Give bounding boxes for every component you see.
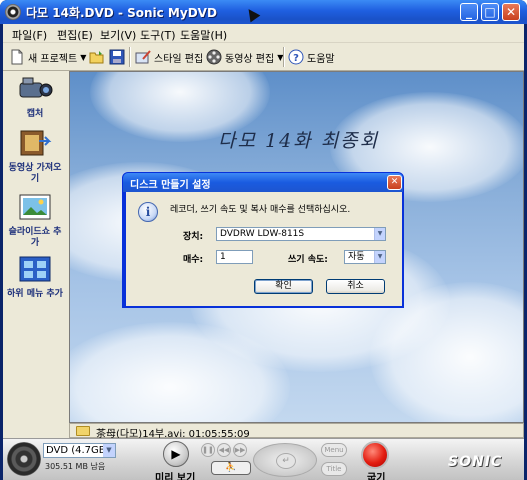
help-button[interactable]: ? 도움말 xyxy=(288,47,335,67)
add-slideshow-button[interactable]: 슬라이드쇼 추가 xyxy=(5,193,65,249)
preview-label: 미리 보기 xyxy=(155,473,196,480)
disc-type-select[interactable]: DVD (4.7GB) ▼ xyxy=(43,443,116,458)
video-edit-button[interactable]: 동영상 편집 ▼ xyxy=(206,47,283,67)
copies-value: 1 xyxy=(220,252,226,262)
close-button[interactable]: ✕ xyxy=(502,3,520,21)
previous-icon[interactable]: ◀◀ xyxy=(217,443,231,457)
new-document-icon xyxy=(11,49,23,65)
new-project-button[interactable]: 새 프로젝트 ▼ xyxy=(9,47,86,67)
file-info-bar: 茶母(다모)14부.avi: 01:05:55:09 xyxy=(69,423,524,440)
dialog-title-bar[interactable]: 디스크 만들기 설정 ✕ xyxy=(123,173,403,192)
chevron-down-icon[interactable]: ▼ xyxy=(374,251,385,263)
menu-help[interactable]: 도움말(H) xyxy=(180,27,227,43)
bottom-control-bar: DVD (4.7GB) ▼ 305.51 MB 남음 ▶ 미리 보기 ❚❚ ◀◀… xyxy=(3,438,524,480)
minimize-button[interactable]: _ xyxy=(460,3,478,21)
device-select[interactable]: DVDRW LDW-811S ▼ xyxy=(216,227,386,241)
window-title: 다모 14화.DVD - Sonic MyDVD xyxy=(26,6,217,20)
disc-space-text: 305.51 MB 남음 xyxy=(45,462,106,471)
submenu-icon xyxy=(19,256,51,282)
chevron-down-icon[interactable]: ▼ xyxy=(374,228,385,240)
disc-settings-dialog: 디스크 만들기 설정 ✕ i 레코더, 쓰기 속도 및 복사 매수를 선택하십시… xyxy=(122,172,404,308)
help-question-icon: ? xyxy=(288,49,304,65)
write-speed-select[interactable]: 자동 ▼ xyxy=(344,250,386,264)
menu-view[interactable]: 보기(V) xyxy=(100,27,136,43)
toolbar-separator xyxy=(129,47,131,67)
add-slideshow-label: 슬라이드쇼 추가 xyxy=(8,227,62,248)
save-disk-icon xyxy=(109,49,125,65)
device-label: 장치: xyxy=(183,232,204,242)
play-icon: ▶ xyxy=(171,447,181,461)
dialog-message: 레코더, 쓰기 속도 및 복사 매수를 선택하십시오. xyxy=(170,205,351,215)
write-speed-label: 쓰기 속도: xyxy=(288,255,328,265)
help-label: 도움말 xyxy=(307,53,335,65)
style-edit-button[interactable]: 스타일 편집 xyxy=(135,47,203,67)
navigation-dpad[interactable]: ↵ xyxy=(253,443,317,477)
film-reel-icon xyxy=(206,49,222,65)
disc-type-value: DVD (4.7GB) xyxy=(46,445,110,456)
new-project-label: 새 프로젝트 xyxy=(28,53,78,65)
ok-button[interactable]: 확인 xyxy=(254,279,313,294)
dialog-close-button[interactable]: ✕ xyxy=(387,175,402,190)
add-submenu-label: 하위 메뉴 추가 xyxy=(7,289,63,299)
style-edit-label: 스타일 편집 xyxy=(154,53,204,65)
cancel-button[interactable]: 취소 xyxy=(326,279,385,294)
dialog-body: i 레코더, 쓰기 속도 및 복사 매수를 선택하십시오. 장치: DVDRW … xyxy=(126,192,402,306)
copies-label: 매수: xyxy=(183,255,204,265)
walking-figure-icon: ⛹ xyxy=(225,463,237,473)
open-folder-icon xyxy=(89,51,104,64)
app-disc-icon xyxy=(5,4,21,20)
dropdown-arrow-icon: ▼ xyxy=(80,52,87,62)
import-video-button[interactable]: 동영상 가져오기 xyxy=(5,129,65,185)
chevron-down-icon[interactable]: ▼ xyxy=(103,444,115,457)
next-icon[interactable]: ▶▶ xyxy=(233,443,247,457)
pause-icon[interactable]: ❚❚ xyxy=(201,443,215,457)
toolbar-separator xyxy=(283,47,285,67)
menu-tools[interactable]: 도구(T) xyxy=(140,27,176,43)
menu-pill-button[interactable]: Menu xyxy=(321,443,347,457)
import-video-label: 동영상 가져오기 xyxy=(8,163,62,184)
burn-label: 굽기 xyxy=(367,473,386,480)
left-task-panel: 캡처 동영상 가져오기 슬라이드쇼 추가 하위 메뉴 추가 xyxy=(3,71,67,423)
add-submenu-button[interactable]: 하위 메뉴 추가 xyxy=(5,255,65,300)
enter-icon[interactable]: ↵ xyxy=(276,453,296,469)
open-button[interactable] xyxy=(89,47,108,67)
step-button[interactable]: ⛹ xyxy=(211,461,251,475)
dialog-title: 디스크 만들기 설정 xyxy=(130,180,211,191)
folder-icon xyxy=(76,426,90,436)
write-speed-value: 자동 xyxy=(348,252,365,262)
slideshow-icon xyxy=(19,194,51,220)
preview-play-button[interactable]: ▶ xyxy=(163,441,189,467)
info-icon: i xyxy=(138,202,158,222)
video-edit-label: 동영상 편집 xyxy=(225,53,275,65)
title-pill-button[interactable]: Title xyxy=(321,462,347,476)
capture-label: 캡처 xyxy=(26,109,44,119)
style-brush-icon xyxy=(135,50,151,64)
device-value: DVDRW LDW-811S xyxy=(220,229,305,239)
toolbar: 새 프로젝트 ▼ 스타일 편집 동영상 편집 ▼ ? 도움말 xyxy=(3,43,524,71)
disc-icon xyxy=(7,442,41,476)
film-import-icon xyxy=(20,130,52,156)
preview-menu-title[interactable]: 다모 14화 최종회 xyxy=(218,126,379,153)
svg-text:?: ? xyxy=(293,53,299,64)
maximize-button[interactable]: □ xyxy=(481,3,499,21)
title-bar[interactable]: 다모 14화.DVD - Sonic MyDVD _ □ ✕ xyxy=(0,0,527,24)
burn-button[interactable] xyxy=(361,441,389,469)
sonic-logo: SONIC xyxy=(448,454,503,470)
camcorder-icon xyxy=(19,77,53,98)
menu-edit[interactable]: 편집(E) xyxy=(57,27,93,43)
menu-file[interactable]: 파일(F) xyxy=(12,27,47,43)
capture-button[interactable]: 캡처 xyxy=(5,75,65,120)
save-button[interactable] xyxy=(109,47,128,67)
copies-input[interactable]: 1 xyxy=(216,250,253,264)
menu-bar: 파일(F) 편집(E) 보기(V) 도구(T) 도움말(H) xyxy=(3,24,524,43)
